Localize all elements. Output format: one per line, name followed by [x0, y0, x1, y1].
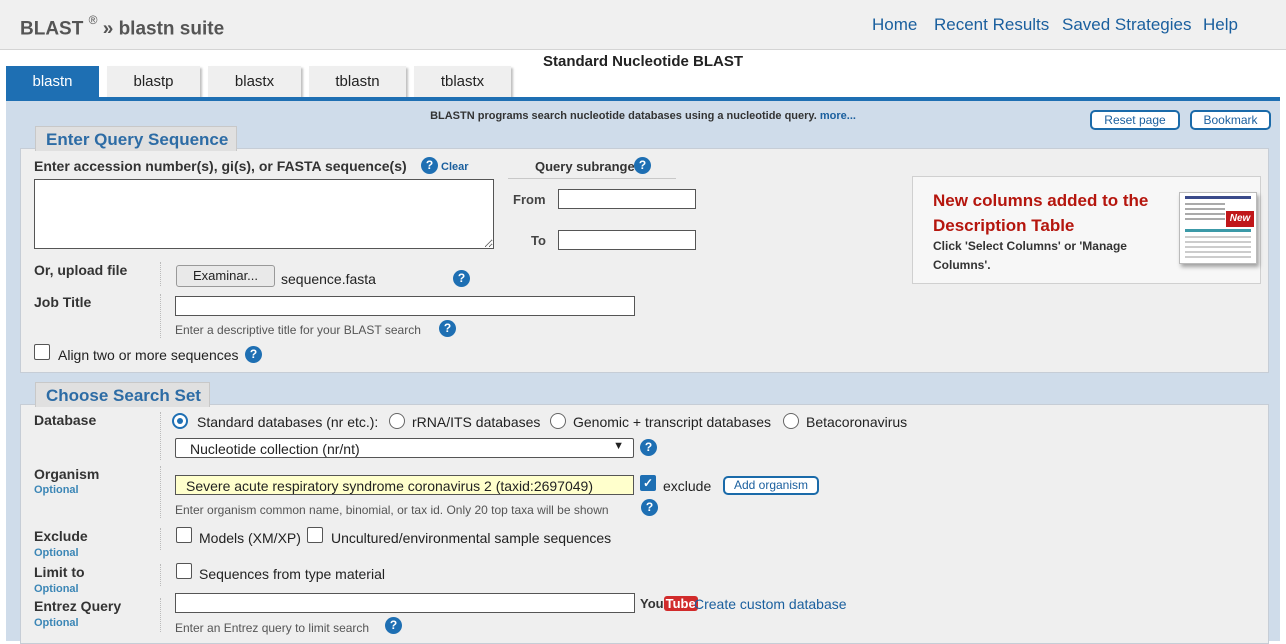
organism-input[interactable]: Severe acute respiratory syndrome corona… [175, 475, 634, 495]
bookmark-button[interactable]: Bookmark [1190, 110, 1271, 130]
brand-title[interactable]: BLAST ® » blastn suite [20, 13, 225, 40]
create-custom-database-link[interactable]: Create custom database [694, 596, 847, 612]
browse-file-button[interactable]: Examinar... [176, 265, 275, 287]
database-label: Database [34, 412, 97, 428]
tab-tblastx[interactable]: tblastx [414, 66, 511, 97]
rrna-its-databases-radio[interactable] [389, 413, 405, 429]
database-divider [160, 412, 161, 460]
upload-divider [160, 262, 161, 286]
brand-name: BLAST [20, 18, 84, 40]
chevron-down-icon: ▼ [613, 440, 624, 452]
exclude-organism-label: exclude [663, 478, 712, 494]
betacoronavirus-radio[interactable] [783, 413, 799, 429]
youtube-you-text: You [640, 596, 664, 611]
reset-page-button[interactable]: Reset page [1090, 110, 1180, 130]
query-subrange-label: Query subrange [535, 159, 635, 174]
exclude-section-label: Exclude [34, 528, 88, 544]
organism-label: Organism [34, 466, 100, 482]
registered-mark: ® [88, 13, 98, 27]
job-title-label: Job Title [34, 294, 92, 310]
organism-input-value: Severe acute respiratory syndrome corona… [186, 478, 593, 494]
genomic-transcript-radio[interactable] [550, 413, 566, 429]
database-select[interactable]: Nucleotide collection (nr/nt) ▼ [175, 438, 634, 458]
add-organism-button[interactable]: Add organism [723, 476, 819, 495]
description-table-thumbnail-icon [1179, 192, 1257, 264]
betacoronavirus-label: Betacoronavirus [806, 414, 908, 430]
from-input[interactable] [558, 189, 696, 209]
new-badge: New [1226, 211, 1254, 227]
exclude-divider [160, 528, 161, 550]
organism-help-icon[interactable]: ? [641, 499, 658, 516]
exclude-optional: Optional [34, 547, 79, 559]
entrez-query-input[interactable] [175, 593, 635, 613]
upload-help-icon[interactable]: ? [453, 270, 470, 287]
standard-databases-radio[interactable] [172, 413, 188, 429]
query-sequence-textarea[interactable] [34, 179, 494, 249]
to-label: To [531, 233, 546, 248]
accession-help-icon[interactable]: ? [421, 157, 438, 174]
selected-file-name: sequence.fasta [281, 271, 376, 287]
exclude-organism-checkbox[interactable]: ✓ [640, 475, 656, 491]
job-title-divider [160, 294, 161, 338]
accession-label: Enter accession number(s), gi(s), or FAS… [34, 158, 407, 174]
nav-home-link[interactable]: Home [872, 15, 917, 35]
limit-to-label: Limit to [34, 564, 85, 580]
exclude-uncultured-checkbox[interactable] [307, 527, 323, 543]
entrez-hint: Enter an Entrez query to limit search [175, 621, 370, 635]
type-material-label: Sequences from type material [199, 566, 385, 582]
brand-suffix: » blastn suite [102, 18, 225, 40]
tab-tblastn[interactable]: tblastn [309, 66, 406, 97]
organism-divider [160, 466, 161, 518]
notice-title: New columns added to the Description Tab… [933, 191, 1149, 235]
rrna-its-databases-label: rRNA/ITS databases [412, 414, 541, 430]
query-section-legend: Enter Query Sequence [35, 126, 237, 151]
job-title-help-icon[interactable]: ? [439, 320, 456, 337]
upload-label: Or, upload file [34, 262, 128, 278]
tab-blastn[interactable]: blastn [6, 66, 99, 97]
nav-help-link[interactable]: Help [1203, 15, 1238, 35]
clear-link[interactable]: Clear [441, 161, 469, 173]
youtube-icon[interactable]: You Tube [640, 595, 698, 612]
exclude-uncultured-label: Uncultured/environmental sample sequence… [331, 530, 612, 546]
notice-body: Click 'Select Columns' or 'Manage Column… [933, 239, 1127, 272]
database-select-value: Nucleotide collection (nr/nt) [190, 441, 360, 457]
more-link[interactable]: more... [820, 110, 856, 122]
tab-blastx[interactable]: blastx [208, 66, 301, 97]
type-material-checkbox[interactable] [176, 563, 192, 579]
exclude-models-checkbox[interactable] [176, 527, 192, 543]
entrez-query-label: Entrez Query [34, 598, 122, 614]
organism-hint: Enter organism common name, binomial, or… [175, 503, 609, 517]
align-sequences-label: Align two or more sequences [58, 347, 239, 363]
search-set-legend: Choose Search Set [35, 382, 210, 407]
subrange-divider [508, 178, 676, 179]
job-title-hint: Enter a descriptive title for your BLAST… [175, 323, 421, 337]
program-description-text: BLASTN programs search nucleotide databa… [430, 110, 817, 122]
align-help-icon[interactable]: ? [245, 346, 262, 363]
nav-recent-results-link[interactable]: Recent Results [934, 15, 1049, 35]
limit-to-optional: Optional [34, 583, 79, 595]
entrez-help-icon[interactable]: ? [385, 617, 402, 634]
standard-databases-label: Standard databases (nr etc.): [197, 414, 379, 430]
tab-blastp[interactable]: blastp [107, 66, 200, 97]
entrez-divider [160, 598, 161, 632]
to-input[interactable] [558, 230, 696, 250]
database-help-icon[interactable]: ? [640, 439, 657, 456]
genomic-transcript-label: Genomic + transcript databases [573, 414, 772, 430]
from-label: From [513, 192, 546, 207]
youtube-tube-text: Tube [663, 596, 698, 611]
exclude-models-label: Models (XM/XP) [199, 530, 301, 546]
job-title-input[interactable] [175, 296, 635, 316]
nav-saved-strategies-link[interactable]: Saved Strategies [1062, 15, 1191, 35]
organism-optional: Optional [34, 484, 79, 496]
align-sequences-checkbox[interactable] [34, 344, 50, 360]
limit-to-divider [160, 564, 161, 586]
entrez-optional: Optional [34, 617, 79, 629]
subrange-help-icon[interactable]: ? [634, 157, 651, 174]
